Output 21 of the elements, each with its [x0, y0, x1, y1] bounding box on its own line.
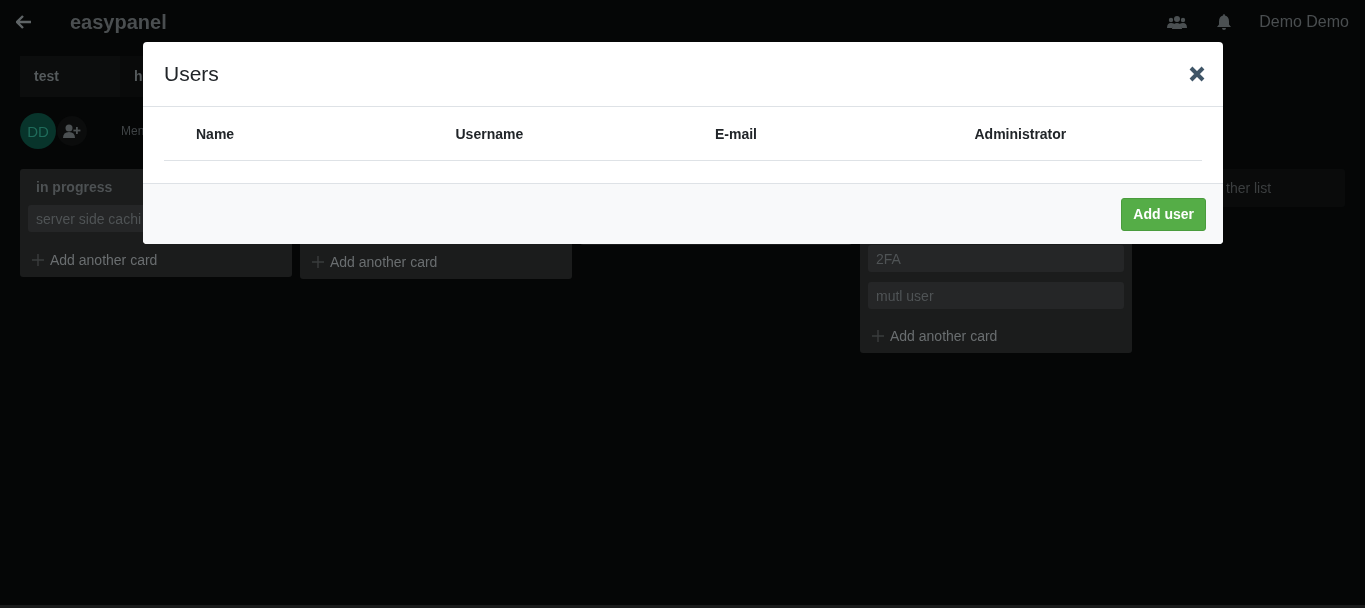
- plus-icon: [312, 256, 324, 268]
- users-icon[interactable]: [1167, 15, 1188, 29]
- add-user-button[interactable]: Add user: [1121, 197, 1206, 231]
- board-tab[interactable]: test: [20, 56, 120, 97]
- dialog-title: Users: [164, 62, 219, 86]
- user-name[interactable]: Demo Demo: [1259, 13, 1349, 31]
- add-card-button[interactable]: Add another card: [860, 319, 1132, 353]
- column-header: E-mail: [714, 125, 758, 142]
- column-header: Administrator: [973, 125, 1068, 142]
- column-header: Name: [195, 125, 236, 142]
- close-icon[interactable]: [1189, 66, 1205, 82]
- add-user-icon: [63, 124, 81, 138]
- column-header: Username: [454, 125, 525, 142]
- plus-icon: [32, 254, 44, 266]
- app-title: easypanel: [70, 10, 167, 34]
- add-card-button[interactable]: Add another card: [300, 245, 572, 279]
- add-member-button[interactable]: [57, 116, 87, 146]
- back-arrow-icon[interactable]: [16, 15, 32, 29]
- plus-icon: [872, 330, 884, 342]
- add-card-button[interactable]: Add another card: [20, 243, 292, 277]
- bell-icon[interactable]: [1217, 14, 1232, 30]
